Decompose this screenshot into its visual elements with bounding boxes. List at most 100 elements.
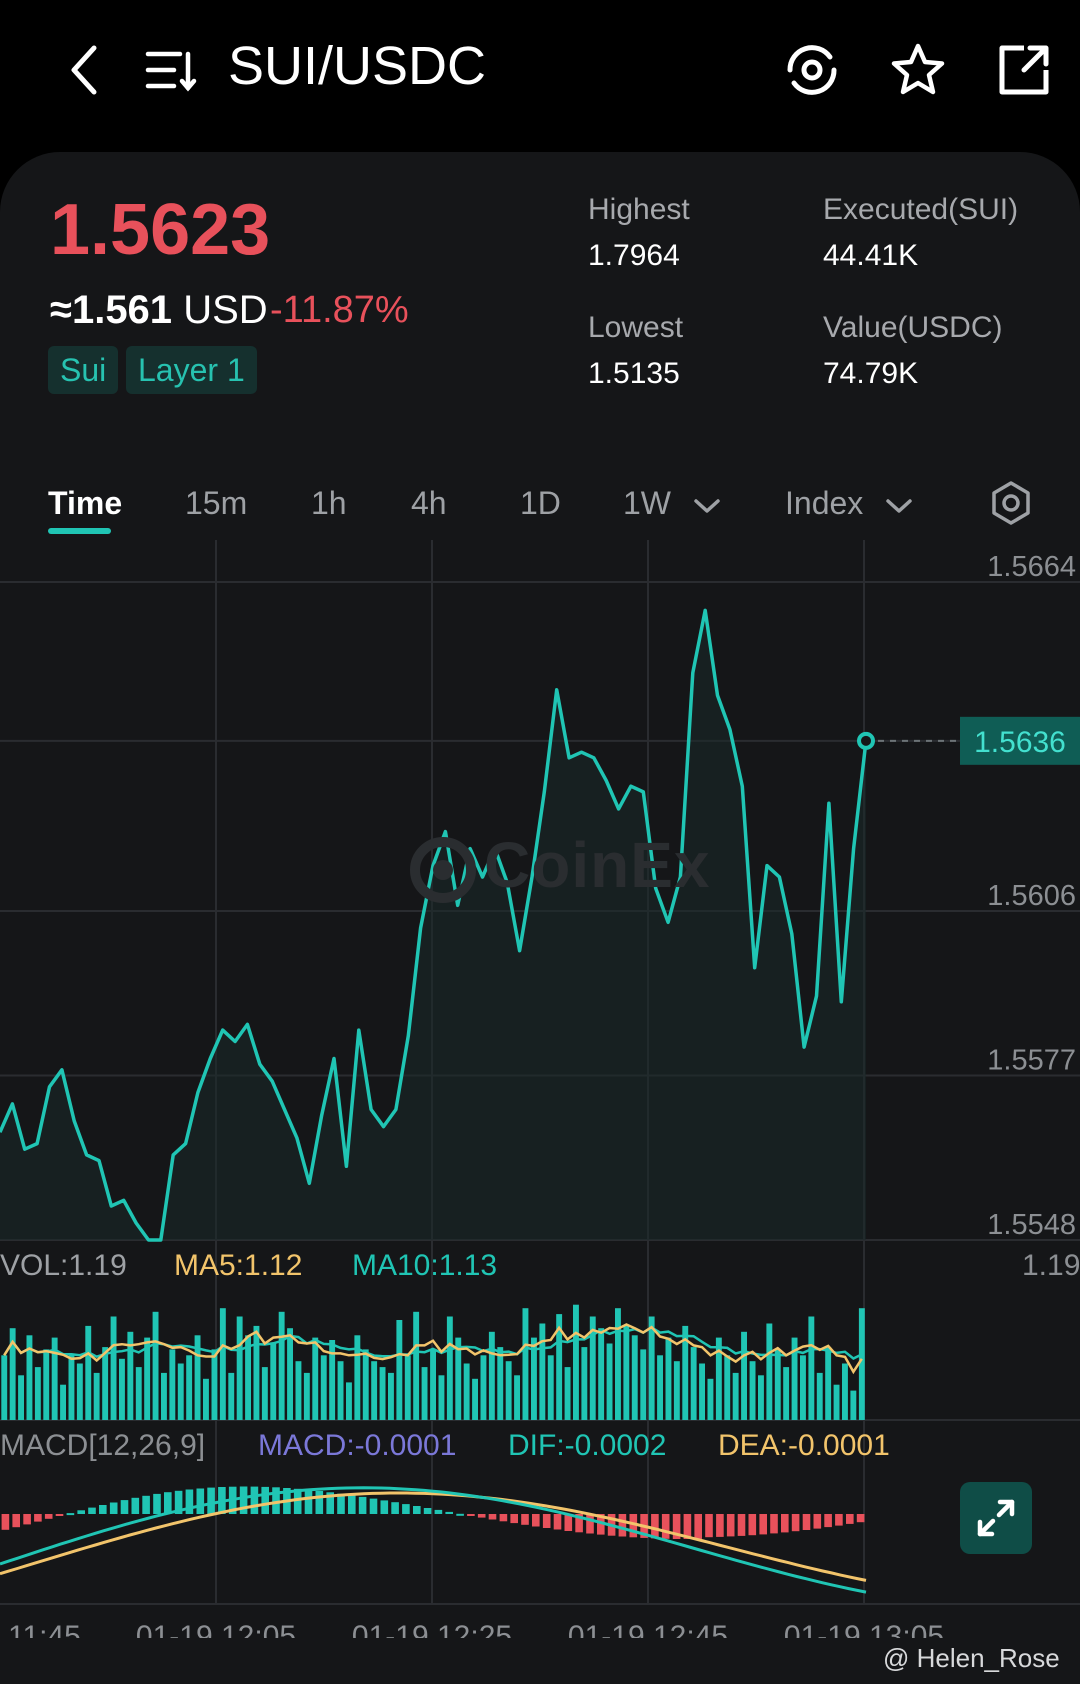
macd-params-legend: MACD[12,26,9] <box>0 1429 206 1462</box>
volume-bar <box>850 1390 857 1420</box>
fullscreen-button[interactable] <box>960 1482 1032 1554</box>
volume-bar <box>1 1355 8 1420</box>
price-area: 1.5636 <box>0 608 1080 1242</box>
back-icon[interactable] <box>52 38 116 102</box>
price-chart[interactable]: 1.5636 1.5664 1.5606 1.5577 1.5548 11:45 01-1… <box>0 538 1080 1638</box>
volume-bar <box>497 1347 504 1420</box>
macd-histogram-bar <box>413 1506 421 1514</box>
expand-icon <box>977 1499 1015 1537</box>
tag-sui[interactable]: Sui <box>48 346 119 394</box>
macd-histogram-bar <box>55 1514 64 1516</box>
volume-bar <box>388 1372 394 1420</box>
macd-histogram-bar <box>456 1513 464 1516</box>
volume-bar <box>236 1316 243 1420</box>
volume-bar <box>303 1372 310 1420</box>
tag-layer-1[interactable]: Layer 1 <box>126 346 257 394</box>
volume-bar <box>421 1367 428 1420</box>
volume-bar <box>783 1367 790 1420</box>
pair-list-icon[interactable] <box>140 38 204 102</box>
tab-1d[interactable]: 1D <box>520 478 561 528</box>
volume-bar <box>396 1320 403 1420</box>
macd-histogram-bar <box>856 1514 865 1523</box>
volume-bar <box>640 1349 647 1420</box>
macd-histogram-bar <box>1 1514 10 1530</box>
macd-histogram-bar <box>423 1508 432 1514</box>
usd-value: 1.561 <box>71 288 173 332</box>
highest-value: 1.7964 <box>588 239 680 272</box>
volume-bar <box>615 1308 621 1420</box>
current-price-dot <box>857 731 875 750</box>
macd-histogram-bar <box>12 1514 20 1528</box>
time-axis-label: 01-19 12:05 <box>136 1620 296 1638</box>
macd-histogram-bar <box>196 1488 205 1514</box>
volume-bar <box>648 1316 655 1420</box>
macd-histogram-bar <box>88 1507 96 1514</box>
volume-bar <box>404 1355 411 1420</box>
page-title[interactable]: SUI/USDC <box>228 34 486 98</box>
volume-bar <box>800 1355 806 1420</box>
volume-bar <box>152 1311 159 1420</box>
tab-4h[interactable]: 4h <box>411 478 447 528</box>
macd-histogram-bar <box>445 1511 453 1514</box>
price-alert-icon[interactable] <box>780 38 844 102</box>
volume-bar <box>85 1325 92 1420</box>
volume-bar <box>539 1323 546 1420</box>
tab-15m[interactable]: 15m <box>185 478 247 528</box>
macd-histogram-bar <box>250 1486 259 1514</box>
macd-histogram-bar <box>532 1514 540 1527</box>
coinex-watermark: CoinEx <box>410 828 710 904</box>
volume-bar <box>758 1375 764 1420</box>
volume-bar <box>76 1363 83 1420</box>
macd-histogram-bar <box>44 1514 53 1519</box>
chart-settings-icon[interactable] <box>988 480 1034 526</box>
macd-histogram-bar <box>586 1514 594 1534</box>
macd-histogram-bar <box>348 1495 356 1514</box>
volume-bar <box>253 1325 260 1420</box>
volume-bar <box>606 1343 613 1420</box>
coinex-logo-icon <box>410 837 476 904</box>
ma10-legend: MA10:1.13 <box>352 1249 498 1282</box>
macd-value-legend: MACD:-0.0001 <box>258 1429 457 1462</box>
volume-bar <box>463 1363 470 1420</box>
volume-bar <box>371 1361 378 1420</box>
macd-histogram-bar <box>781 1514 789 1533</box>
macd-histogram-bar <box>846 1514 854 1524</box>
volume-bar <box>581 1347 588 1420</box>
volume-bar <box>514 1375 520 1420</box>
macd-histogram-bar <box>109 1502 118 1514</box>
macd-histogram-bar <box>791 1514 800 1532</box>
time-axis-label: 01-19 12:45 <box>568 1620 728 1638</box>
volume-bar <box>749 1361 756 1420</box>
macd-histogram-bar <box>142 1495 150 1514</box>
macd-histogram-bar <box>99 1505 107 1514</box>
macd-histogram-bar <box>315 1491 324 1514</box>
share-icon[interactable] <box>992 38 1056 102</box>
macd-histogram-bar <box>824 1514 832 1528</box>
volume-bar <box>219 1308 226 1420</box>
volume-bar <box>598 1328 605 1420</box>
macd-histogram-bar <box>467 1514 475 1516</box>
tab-1w[interactable]: 1W <box>623 478 722 528</box>
time-axis-label: 01-19 12:25 <box>352 1620 512 1638</box>
macd-histogram-bar <box>553 1514 562 1530</box>
volume-bar <box>808 1316 815 1420</box>
dea-value-legend: DEA:-0.0001 <box>718 1429 890 1462</box>
index-dropdown[interactable]: Index <box>785 478 914 528</box>
macd-histogram-bar <box>34 1514 42 1522</box>
top-bar: SUI/USDC <box>0 0 1080 150</box>
tab-1h[interactable]: 1h <box>311 478 347 528</box>
volume-bar <box>573 1304 579 1420</box>
price-axis-label: 1.5548 <box>987 1209 1076 1241</box>
macd-histogram-bar <box>705 1514 713 1538</box>
time-axis-label: 01-19 13:05 <box>784 1620 944 1638</box>
active-tab-indicator <box>48 528 111 534</box>
price-axis-label: 1.5577 <box>987 1045 1076 1077</box>
volume-bar <box>135 1367 142 1420</box>
macd-histogram-bar <box>521 1514 529 1525</box>
volume-bar <box>186 1355 193 1420</box>
favorite-star-icon[interactable] <box>886 38 950 102</box>
macd-histogram-bar <box>661 1514 670 1539</box>
volume-bar <box>472 1378 478 1420</box>
tab-time[interactable]: Time <box>48 478 122 528</box>
volume-bar <box>211 1349 218 1420</box>
